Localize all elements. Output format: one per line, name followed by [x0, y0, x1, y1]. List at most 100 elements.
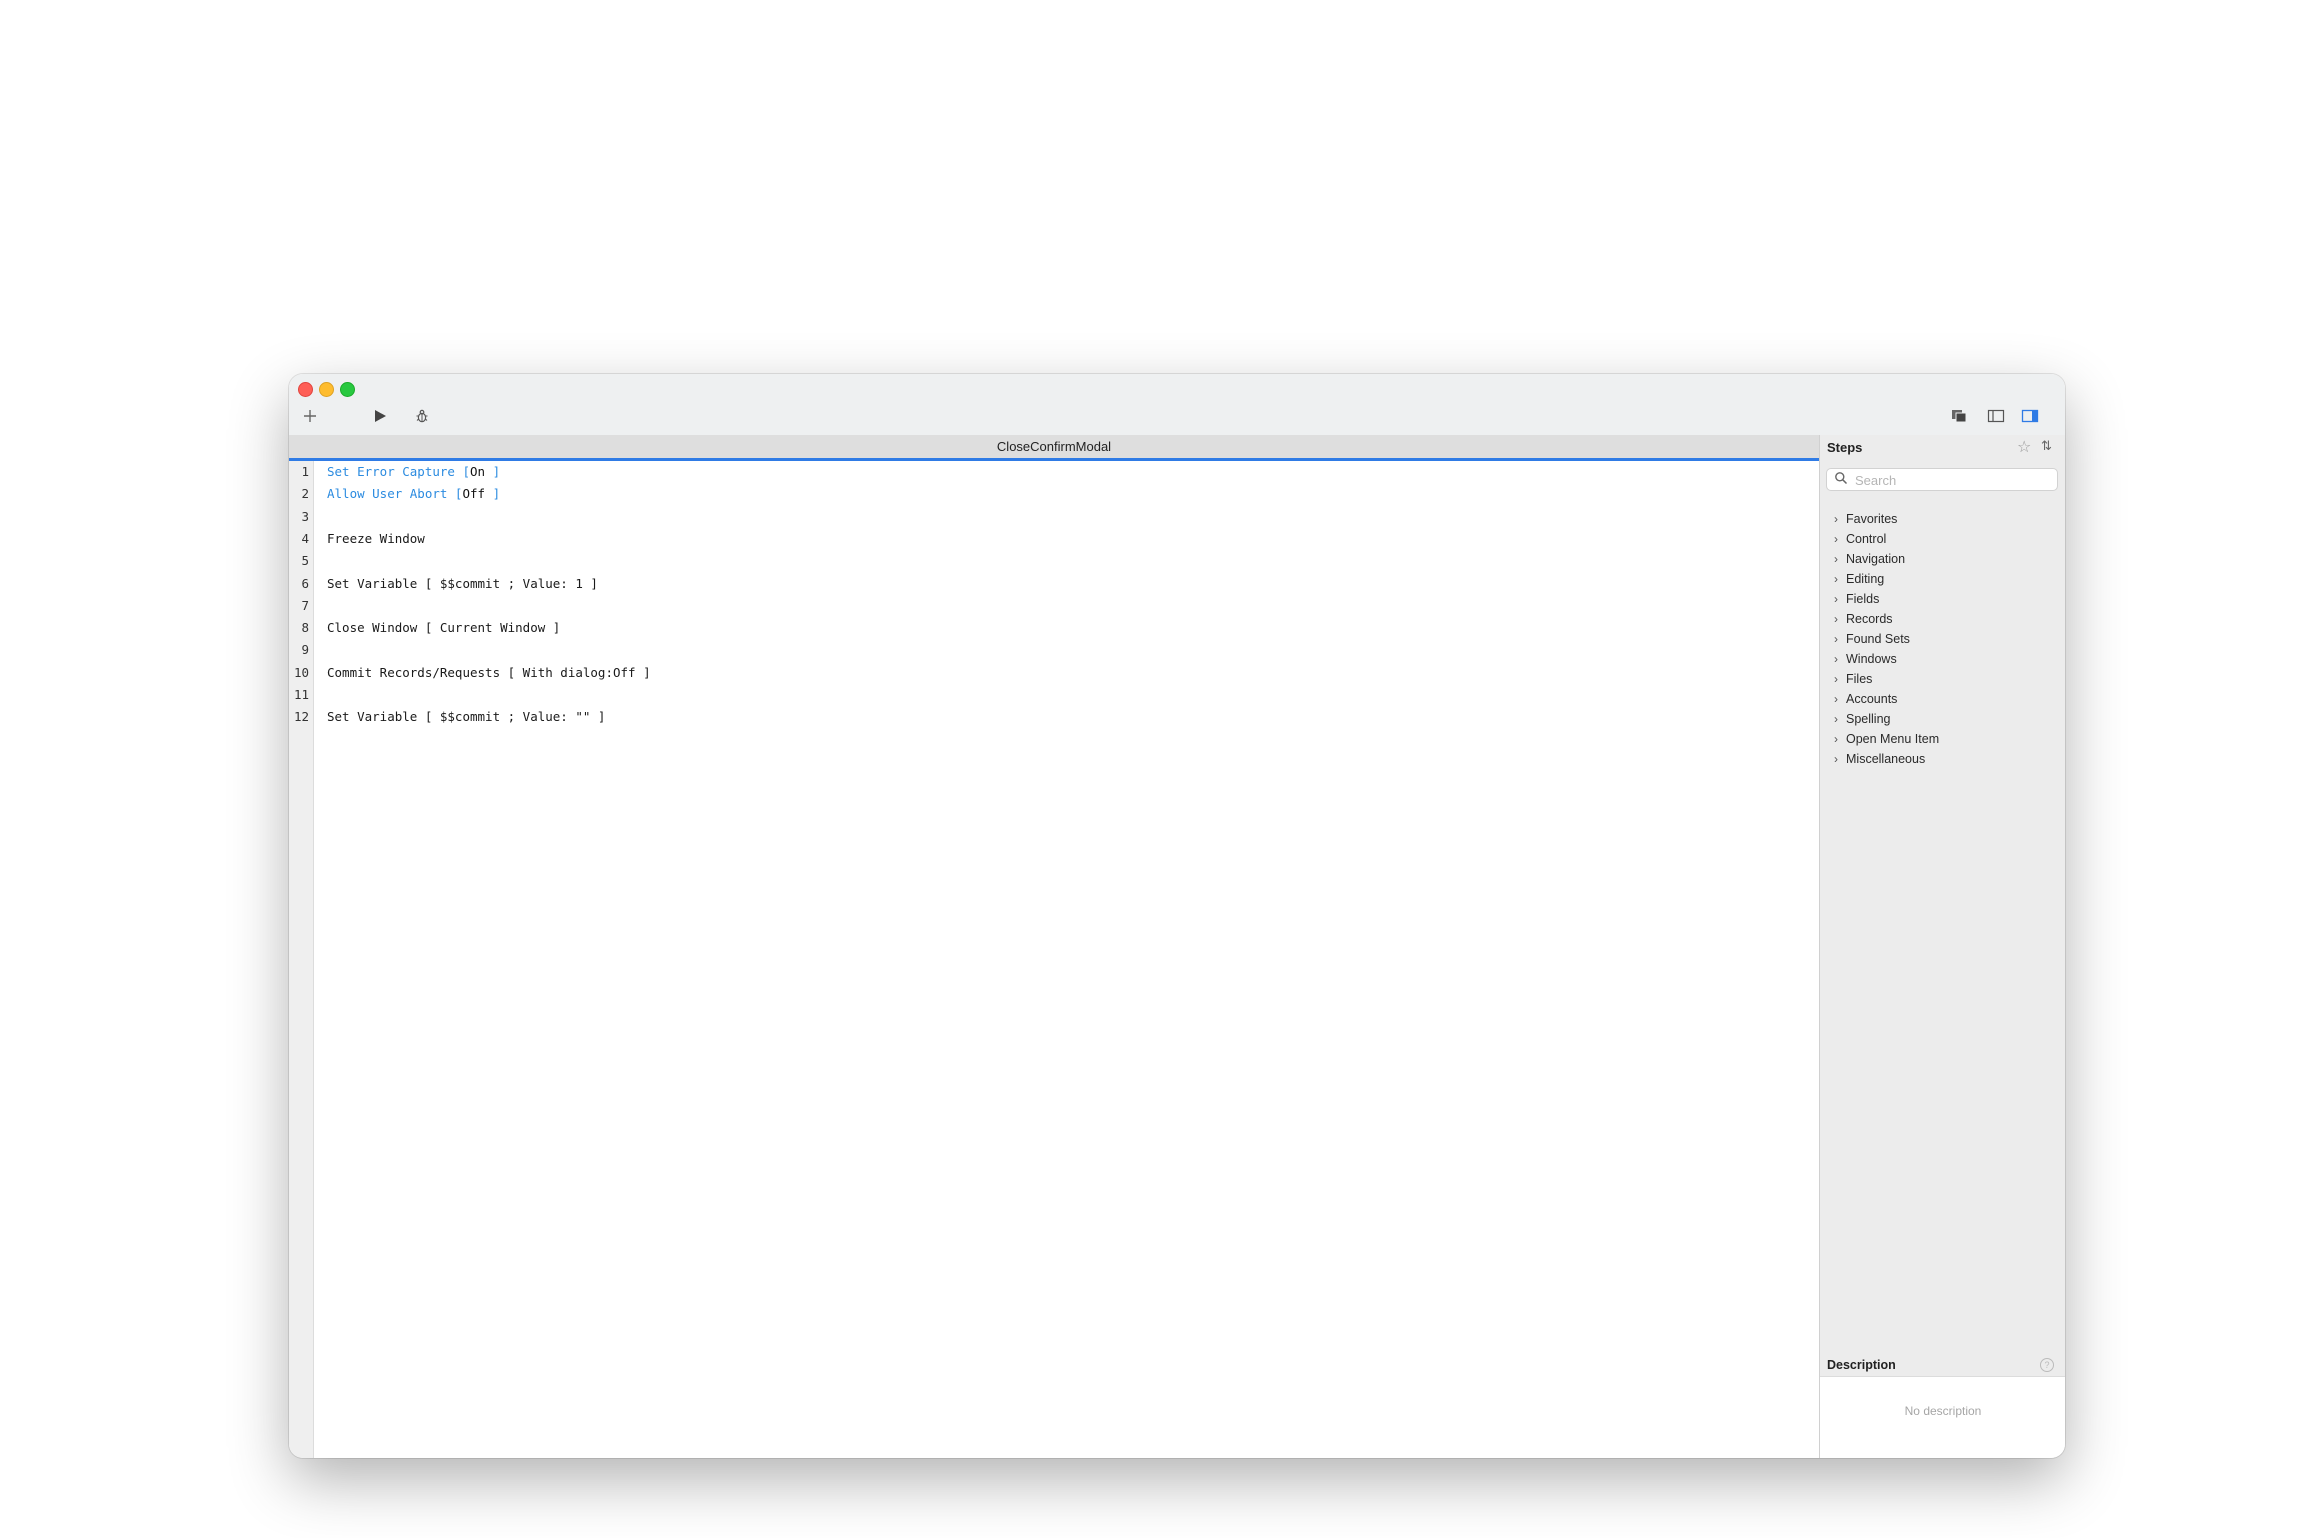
step-category-open-menu-item[interactable]: › Open Menu Item — [1834, 729, 1939, 749]
script-line[interactable]: 9 — [301, 639, 1819, 661]
step-bracket-close: ] — [485, 464, 501, 479]
description-header: Description ? — [1820, 1354, 2065, 1377]
step-category-label: Records — [1846, 612, 1893, 626]
step-category-label: Open Menu Item — [1846, 732, 1940, 746]
line-number: 9 — [301, 642, 309, 658]
debug-script-button[interactable] — [409, 404, 435, 428]
toggle-left-panel-button[interactable] — [1983, 404, 2009, 428]
script-line[interactable]: 3 — [301, 506, 1819, 528]
description-body: No description — [1820, 1377, 2065, 1458]
description-title: Description — [1827, 1358, 1896, 1372]
step-category-records[interactable]: › Records — [1834, 609, 1939, 629]
line-number: 5 — [301, 553, 309, 569]
add-script-button[interactable] — [297, 404, 323, 428]
step-category-files[interactable]: › Files — [1834, 669, 1939, 689]
chevron-right-icon: › — [1834, 572, 1838, 586]
line-number: 11 — [293, 687, 309, 702]
chevron-right-icon: › — [1834, 732, 1838, 746]
close-window-button[interactable] — [298, 382, 313, 397]
chevron-right-icon: › — [1834, 632, 1838, 646]
script-line[interactable]: 1 Set Error Capture [On ] — [301, 461, 1819, 483]
step-option-value[interactable]: On — [470, 464, 485, 479]
step-category-accounts[interactable]: › Accounts — [1834, 689, 1939, 709]
line-number: 7 — [301, 597, 309, 613]
chevron-right-icon: › — [1834, 672, 1838, 686]
script-step-text: Set Variable [ $$commit ; Value: 1 ] — [327, 575, 598, 591]
play-icon — [375, 410, 386, 422]
script-line[interactable]: 8 Close Window [ Current Window ] — [301, 617, 1819, 639]
line-number: 3 — [301, 508, 309, 524]
titlebar — [289, 374, 2065, 436]
search-icon — [1835, 472, 1848, 485]
minimize-window-button[interactable] — [319, 382, 334, 397]
toggle-right-panel-button[interactable] — [2017, 404, 2043, 428]
step-category-label: Files — [1846, 672, 1873, 686]
step-category-miscellaneous[interactable]: › Miscellaneous — [1834, 749, 1939, 769]
script-step-text: Set Variable [ $$commit ; Value: "" ] — [327, 709, 606, 725]
script-line[interactable]: 5 — [301, 550, 1819, 572]
star-icon[interactable]: ☆ — [2017, 437, 2031, 457]
script-line[interactable]: 10 Commit Records/Requests [ With dialog:… — [294, 662, 1819, 684]
chevron-right-icon: › — [1834, 692, 1838, 706]
sort-icon[interactable]: ⇅ — [2041, 438, 2052, 454]
windows-icon — [1952, 410, 1967, 423]
script-step-text: Allow User Abort [Off ] — [327, 483, 500, 505]
chevron-right-icon: › — [1834, 532, 1838, 546]
step-category-windows[interactable]: › Windows — [1834, 649, 1939, 669]
chevron-right-icon: › — [1834, 752, 1838, 766]
step-bracket-close: ] — [485, 486, 501, 502]
step-category-control[interactable]: › Control — [1834, 529, 1939, 549]
step-category-fields[interactable]: › Fields — [1834, 589, 1939, 609]
step-name: Allow User Abort [ — [327, 486, 463, 502]
script-editor[interactable]: 1 Set Error Capture [On ] 2 Allow User Abor… — [294, 461, 1819, 1458]
line-number: 4 — [301, 530, 309, 546]
step-option-value[interactable]: Off — [462, 486, 485, 501]
script-line[interactable]: 12 Set Variable [ $$commit ; Value: "" ] — [294, 706, 1819, 728]
script-tab-title[interactable]: CloseConfirmModal — [289, 435, 1819, 461]
step-category-label: Favorites — [1846, 512, 1898, 526]
step-category-spelling[interactable]: › Spelling — [1834, 709, 1939, 729]
windows-button[interactable] — [1946, 404, 1972, 428]
step-category-label: Windows — [1846, 652, 1897, 666]
step-category-label: Navigation — [1846, 552, 1906, 566]
chevron-right-icon: › — [1834, 712, 1838, 726]
search-input[interactable] — [1853, 470, 2053, 490]
chevron-right-icon: › — [1834, 612, 1838, 626]
right-panel-icon — [2021, 409, 2039, 423]
script-step-text: Close Window [ Current Window ] — [327, 620, 561, 636]
bug-icon — [416, 409, 428, 423]
step-category-found-sets[interactable]: › Found Sets — [1834, 629, 1939, 649]
no-description-text: No description — [1904, 1404, 1982, 1418]
steps-panel: Steps ☆ ⇅ ›Favorites›Control›Navigation›… — [1819, 435, 2065, 1458]
step-category-label: Control — [1846, 532, 1887, 546]
chevron-right-icon: › — [1834, 552, 1838, 566]
step-name: Set Error Capture [ — [327, 464, 470, 479]
step-category-navigation[interactable]: › Navigation — [1834, 549, 1939, 569]
step-category-label: Found Sets — [1846, 632, 1910, 646]
chevron-right-icon: › — [1834, 592, 1838, 606]
script-workspace-window: CloseConfirmModal 1 Set Error Capture [On… — [289, 374, 2065, 1458]
script-line[interactable]: 2 Allow User Abort [Off ] — [301, 483, 1819, 505]
line-number: 1 — [301, 464, 309, 479]
run-script-button[interactable] — [367, 404, 393, 428]
line-number: 2 — [301, 486, 309, 502]
plus-icon — [304, 410, 316, 422]
step-category-label: Editing — [1846, 572, 1885, 586]
line-number: 6 — [301, 575, 309, 591]
step-category-editing[interactable]: › Editing — [1834, 569, 1939, 589]
line-number: 8 — [301, 620, 309, 636]
step-category-label: Miscellaneous — [1846, 752, 1926, 766]
line-number: 10 — [293, 664, 309, 680]
step-category-favorites[interactable]: › Favorites — [1834, 509, 1939, 529]
zoom-window-button[interactable] — [340, 382, 355, 397]
help-icon[interactable]: ? — [2040, 1358, 2054, 1372]
step-category-label: Accounts — [1846, 692, 1898, 706]
script-line[interactable]: 11 — [294, 684, 1819, 706]
script-step-text: Commit Records/Requests [ With dialog:Of… — [327, 664, 651, 680]
steps-search[interactable] — [1826, 468, 2058, 491]
script-line[interactable]: 6 Set Variable [ $$commit ; Value: 1 ] — [301, 573, 1819, 595]
left-panel-icon — [1987, 409, 2005, 423]
script-line[interactable]: 4 Freeze Window — [301, 528, 1819, 550]
script-line[interactable]: 7 — [301, 595, 1819, 617]
chevron-right-icon: › — [1834, 512, 1838, 526]
